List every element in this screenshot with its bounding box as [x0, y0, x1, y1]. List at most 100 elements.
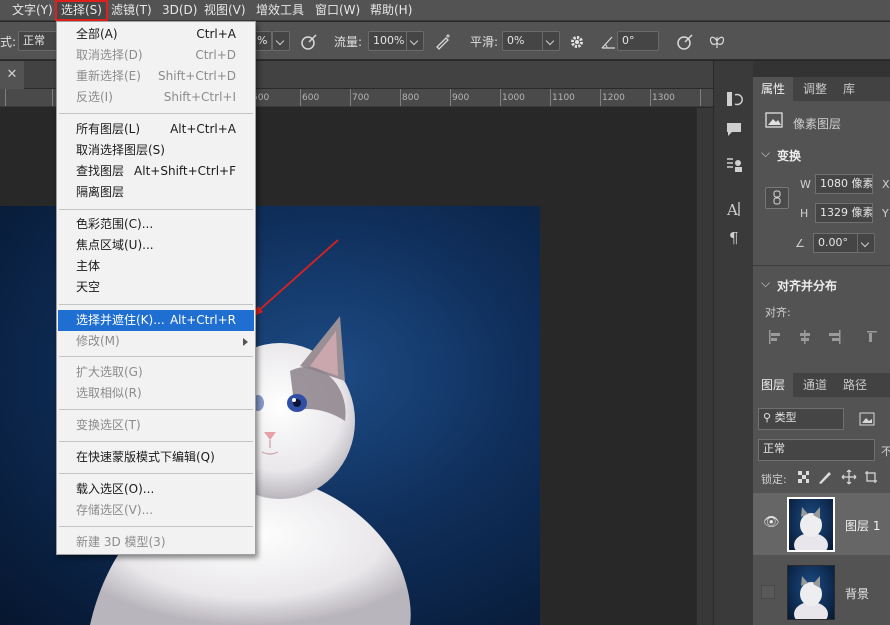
align-chevron-icon[interactable]: ⌵ [761, 276, 770, 291]
layer-blend-mode-select[interactable]: 正常 [758, 439, 875, 461]
menu-separator [59, 526, 253, 527]
menu-item-transform-selection[interactable]: 变换选区(T) [58, 415, 254, 436]
align-buttons[interactable] [767, 329, 877, 345]
menu-item-subject[interactable]: 主体 [58, 256, 254, 277]
menu-bar: 文字(Y) 选择(S) 滤镜(T) 3D(D) 视图(V) 增效工具 窗口(W)… [0, 0, 890, 21]
history-icon[interactable] [724, 89, 744, 109]
menu-item-similar[interactable]: 选取相似(R) [58, 383, 254, 404]
menu-item-label: 取消选择(D) [76, 48, 143, 62]
menu-item-shortcut: Shift+Ctrl+D [158, 69, 236, 83]
layer-name[interactable]: 图层 1 [845, 517, 880, 534]
tab-properties[interactable]: 属性 [753, 77, 794, 101]
width-label: W [800, 178, 811, 191]
close-tab-icon[interactable]: ✕ [0, 61, 24, 89]
menu-item-select-and-mask[interactable]: 选择并遮住(K)... Alt+Ctrl+R [58, 310, 254, 331]
smoothing-field[interactable]: 0% [502, 31, 544, 51]
menu-item-new-3d-model[interactable]: 新建 3D 模型(3) [58, 532, 254, 553]
menu-item-color-range[interactable]: 色彩范围(C)... [58, 214, 254, 235]
layer-row-1[interactable]: 👁 图层 1 [753, 493, 890, 555]
tab-adjustments[interactable]: 调整 [795, 77, 835, 101]
menu-select[interactable]: 选择(S) [55, 0, 108, 21]
width-field[interactable]: 1080 像素 [815, 174, 873, 194]
menu-item-save-selection[interactable]: 存储选区(V)... [58, 500, 254, 521]
menu-item-quick-mask[interactable]: 在快速蒙版模式下编辑(Q) [58, 447, 254, 468]
rotation-field[interactable]: 0.00° [813, 233, 859, 253]
layer-row-background[interactable]: 背景 [753, 561, 890, 623]
ruler-tick [52, 89, 53, 106]
airbrush-icon[interactable] [434, 33, 452, 51]
menu-item-label: 反选(I) [76, 90, 113, 104]
ruler-label: 1100 [552, 93, 575, 103]
menu-item-load-selection[interactable]: 载入选区(O)... [58, 479, 254, 500]
tab-libraries[interactable]: 库 [835, 77, 863, 101]
layer-thumbnail [787, 497, 835, 552]
menu-item-deselect-layers[interactable]: 取消选择图层(S) [58, 140, 254, 161]
menu-view[interactable]: 视图(V) [200, 0, 250, 21]
tab-layers[interactable]: 图层 [753, 373, 794, 397]
svg-text:¶: ¶ [729, 229, 739, 247]
menu-item-isolate-layers[interactable]: 隔离图层 [58, 182, 254, 203]
menu-item-shortcut: Ctrl+A [196, 27, 236, 41]
menu-filter[interactable]: 滤镜(T) [107, 0, 156, 21]
pressure-size-icon[interactable] [676, 33, 694, 51]
ruler-tick [650, 89, 651, 106]
character-icon[interactable]: A [724, 199, 744, 219]
menu-separator [59, 441, 253, 442]
menu-item-find-layers[interactable]: 查找图层 Alt+Shift+Ctrl+F [58, 161, 254, 182]
menu-item-inverse[interactable]: 反选(I) Shift+Ctrl+I [58, 87, 254, 108]
ruler-label: 800 [402, 93, 420, 103]
menu-item-select-all[interactable]: 全部(A) Ctrl+A [58, 24, 254, 45]
image-filter-icon[interactable] [859, 412, 875, 426]
search-icon: ⚲ [763, 411, 775, 424]
flow-field[interactable]: 100% [368, 31, 408, 51]
opacity-dropdown[interactable] [272, 31, 290, 51]
menu-item-modify[interactable]: 修改(M) [58, 331, 254, 352]
lock-buttons[interactable] [797, 469, 890, 485]
menu-window[interactable]: 窗口(W) [311, 0, 364, 21]
filter-kind-label: 类型 [774, 411, 797, 424]
menu-plugins[interactable]: 增效工具 [252, 0, 308, 21]
symmetry-butterfly-icon[interactable] [708, 33, 726, 51]
smoothing-dropdown[interactable] [542, 31, 560, 51]
height-field[interactable]: 1329 像素 [815, 203, 873, 223]
menu-item-grow[interactable]: 扩大选取(G) [58, 362, 254, 383]
link-proportions-button[interactable] [765, 187, 789, 209]
menu-item-label: 所有图层(L) [76, 122, 141, 136]
chain-link-icon [773, 190, 781, 205]
menu-item-label: 修改(M) [76, 334, 120, 348]
menu-text[interactable]: 文字(Y) [8, 0, 57, 21]
layer-name[interactable]: 背景 [845, 585, 869, 602]
menu-item-focus-area[interactable]: 焦点区域(U)... [58, 235, 254, 256]
comment-icon[interactable] [724, 119, 744, 139]
menu-3d[interactable]: 3D(D) [158, 0, 201, 21]
paragraph-icon[interactable]: ¶ [724, 227, 744, 247]
transform-chevron-icon[interactable]: ⌵ [761, 146, 770, 161]
menu-item-reselect[interactable]: 重新选择(E) Shift+Ctrl+D [58, 66, 254, 87]
menu-item-label: 取消选择图层(S) [76, 143, 165, 157]
menu-item-label: 全部(A) [76, 27, 118, 41]
rotation-dropdown[interactable] [857, 233, 875, 253]
menu-item-label: 隔离图层 [76, 185, 125, 199]
visibility-toggle-empty[interactable] [761, 585, 775, 599]
properties-layers-panel: 属性 调整 库 像素图层 ⌵ 变换 W 1080 像素 X H 1329 像素 … [753, 77, 890, 625]
menu-help[interactable]: 帮助(H) [366, 0, 416, 21]
menu-item-sky[interactable]: 天空 [58, 277, 254, 298]
menu-item-label: 重新选择(E) [76, 69, 141, 83]
tab-paths[interactable]: 路径 [835, 373, 875, 397]
eye-icon[interactable]: 👁 [763, 515, 780, 530]
vertical-scrollbar[interactable] [696, 108, 713, 625]
gear-icon[interactable] [568, 33, 586, 51]
x-label: X [882, 178, 890, 191]
mode-prefix-label: 式: [0, 35, 17, 49]
menu-item-deselect[interactable]: 取消选择(D) Ctrl+D [58, 45, 254, 66]
pressure-opacity-icon[interactable] [300, 33, 318, 51]
angle-field[interactable]: 0° [617, 31, 659, 51]
tab-channels[interactable]: 通道 [795, 373, 835, 397]
menu-item-all-layers[interactable]: 所有图层(L) Alt+Ctrl+A [58, 119, 254, 140]
menu-item-label: 扩大选取(G) [76, 365, 143, 379]
layer-filter-select[interactable]: ⚲ 类型 [758, 408, 844, 430]
flow-dropdown[interactable] [406, 31, 424, 51]
clone-source-icon[interactable] [724, 155, 744, 175]
menu-item-label: 色彩范围(C)... [76, 217, 154, 231]
lock-label: 锁定: [761, 473, 787, 486]
